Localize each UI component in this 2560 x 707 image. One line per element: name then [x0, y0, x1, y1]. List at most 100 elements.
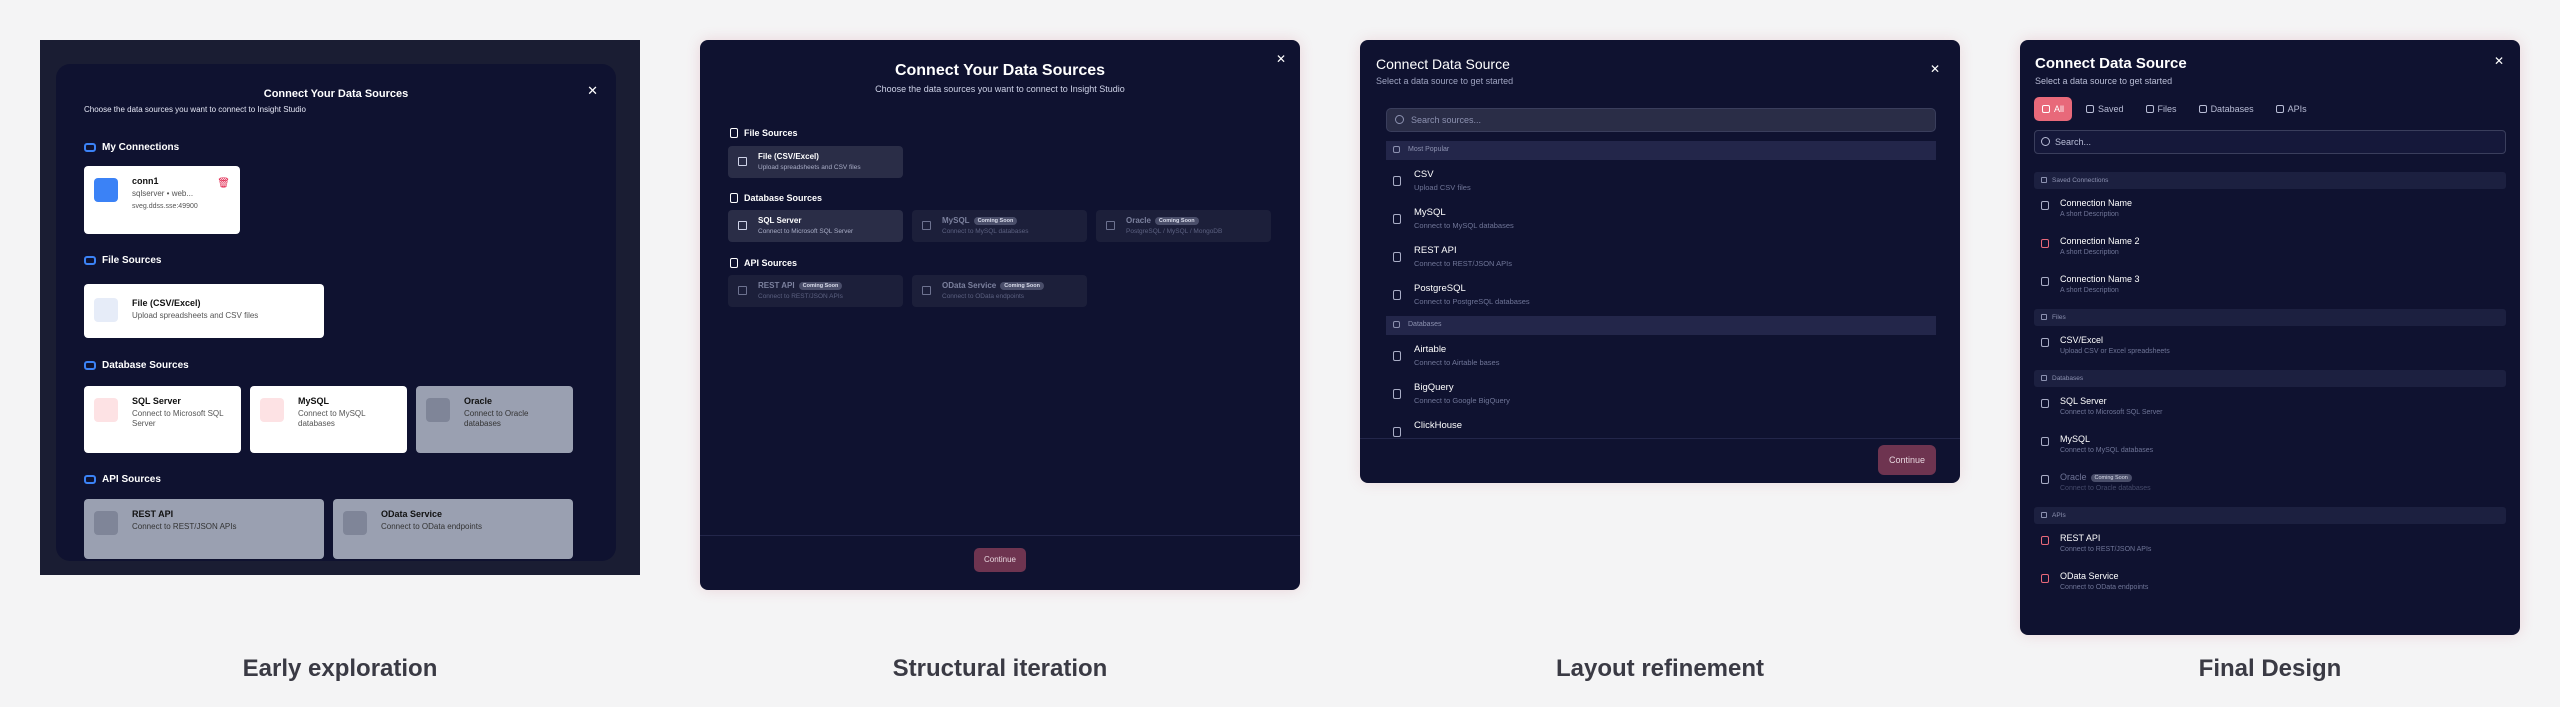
database-icon	[1393, 321, 1400, 328]
section-header-files: Files	[2034, 309, 2506, 326]
section-header-databases: Databases	[1386, 316, 1936, 335]
db-card-sql-server[interactable]: SQL Server Connect to Microsoft SQL Serve…	[728, 210, 903, 242]
caption-early-exploration: Early exploration	[242, 655, 438, 682]
database-icon	[2198, 105, 2207, 113]
caption-final-design: Final Design	[2198, 655, 2342, 682]
file-source-card[interactable]: File (CSV/Excel) Upload spreadsheets and…	[84, 284, 324, 338]
list-item-rest-api[interactable]: REST API Connect to REST/JSON APIs	[2034, 530, 2506, 568]
modal-title: Connect Data Source	[1376, 56, 1510, 72]
database-icon	[730, 193, 738, 203]
continue-button[interactable]: Continue	[1878, 445, 1936, 475]
list-item-csv[interactable]: CSV Upload CSV files	[1386, 164, 1936, 202]
section-file-sources: File Sources	[730, 128, 798, 138]
grid-icon	[738, 286, 747, 295]
list-item-postgresql[interactable]: PostgreSQL Connect to PostgreSQL database…	[1386, 278, 1936, 316]
api-card-rest[interactable]: REST API Connect to REST/JSON APIs	[84, 499, 324, 559]
api-card-odata[interactable]: OData Service Connect to OData endpoints	[333, 499, 573, 559]
modal-subtitle: Choose the data sources you want to conn…	[875, 84, 1125, 94]
database-icon	[260, 398, 284, 422]
grid-icon	[738, 157, 747, 166]
close-icon[interactable]: ✕	[1276, 52, 1286, 66]
close-icon[interactable]: ✕	[2494, 54, 2504, 68]
api-card-odata[interactable]: OData Service Coming Soon Connect to OData…	[912, 275, 1087, 307]
chart-icon	[343, 511, 367, 535]
database-icon	[94, 398, 118, 422]
connection-card[interactable]: conn1 sqlserver • web... sveg.ddss.sse:4…	[84, 166, 240, 234]
api-icon	[84, 475, 96, 484]
section-api-sources: API Sources	[730, 258, 797, 268]
api-icon	[1393, 252, 1401, 262]
db-card-oracle[interactable]: Oracle Connect to Oracle databases	[416, 386, 573, 453]
connection-name: conn1	[132, 176, 159, 186]
api-icon	[2041, 239, 2049, 248]
list-item-clickhouse[interactable]: ClickHouse	[1386, 415, 1936, 438]
search-input[interactable]: Search sources...	[1386, 108, 1936, 132]
search-input[interactable]: Search...	[2034, 130, 2506, 154]
db-card-sql-server[interactable]: SQL Server Connect to Microsoft SQL Serve…	[84, 386, 241, 453]
section-database-sources: Database Sources	[84, 360, 189, 371]
modal-title: Connect Your Data Sources	[894, 62, 1106, 79]
database-icon	[1393, 290, 1401, 300]
footer-divider	[700, 535, 1300, 536]
card-desc: Upload spreadsheets and CSV files	[132, 311, 259, 320]
layout-refinement-panel: Connect Data Source Select a data source…	[1360, 40, 1960, 483]
database-icon	[2041, 277, 2049, 286]
tab-all[interactable]: All	[2034, 97, 2073, 121]
database-icon	[2041, 475, 2049, 484]
list-item-csv-excel[interactable]: CSV/Excel Upload CSV or Excel spreadsheet…	[2034, 332, 2506, 370]
database-icon	[1393, 351, 1401, 361]
list-item-mysql[interactable]: MySQL Connect to MySQL databases	[1386, 202, 1936, 240]
database-icon	[1393, 214, 1401, 224]
grid-icon	[1106, 221, 1115, 230]
modal-subtitle: Select a data source to get started	[1376, 76, 1514, 86]
db-card-mysql[interactable]: MySQL Coming Soon Connect to MySQL databas…	[912, 210, 1087, 242]
file-icon	[1393, 176, 1401, 186]
api-card-rest[interactable]: REST API Coming Soon Connect to REST/JSON …	[728, 275, 903, 307]
close-icon[interactable]: ✕	[587, 83, 598, 99]
file-icon	[2041, 338, 2049, 347]
list-item-airtable[interactable]: Airtable Connect to Airtable bases	[1386, 339, 1936, 377]
connect-modal: Connect Your Data Sources Choose the dat…	[56, 64, 616, 561]
coming-soon-badge: Coming Soon	[973, 216, 1018, 225]
list-item-sql-server[interactable]: SQL Server Connect to Microsoft SQL Serve…	[2034, 393, 2506, 431]
list-item-odata[interactable]: OData Service Connect to OData endpoints	[2034, 568, 2506, 606]
database-icon	[1393, 427, 1401, 437]
list-item-rest-api[interactable]: REST API Connect to REST/JSON APIs	[1386, 240, 1936, 278]
tab-databases[interactable]: Databases	[2191, 97, 2262, 121]
coming-soon-badge: Coming Soon	[1000, 281, 1045, 290]
api-icon	[730, 258, 738, 268]
list-item-mysql[interactable]: MySQL Connect to MySQL databases	[2034, 431, 2506, 469]
bookmark-icon	[2086, 105, 2095, 113]
card-title: File (CSV/Excel)	[132, 298, 201, 308]
filter-tabs: All Saved Files Databases APIs	[2034, 97, 2315, 121]
tab-saved[interactable]: Saved	[2078, 97, 2132, 121]
list-item-connection-3[interactable]: Connection Name 3A short Description	[2034, 271, 2506, 309]
footer-divider	[1360, 438, 1960, 439]
file-source-card[interactable]: File (CSV/Excel) Upload spreadsheets and …	[728, 146, 903, 178]
database-icon	[2041, 437, 2049, 446]
bookmark-icon	[2041, 177, 2047, 183]
source-list: Most Popular CSV Upload CSV files MySQL Co…	[1386, 141, 1936, 438]
continue-button[interactable]: Continue	[974, 548, 1026, 572]
close-icon[interactable]: ✕	[1930, 62, 1940, 76]
db-card-oracle[interactable]: Oracle Coming Soon PostgreSQL / MySQL / Mo…	[1096, 210, 1271, 242]
database-icon	[2041, 399, 2049, 408]
tab-files[interactable]: Files	[2138, 97, 2185, 121]
api-icon	[2041, 536, 2049, 545]
database-icon	[1393, 389, 1401, 399]
list-item-connection-2[interactable]: Connection Name 2A short Description	[2034, 233, 2506, 271]
globe-icon	[94, 511, 118, 535]
list-item-oracle[interactable]: Oracle Coming Soon Connect to Oracle datab…	[2034, 469, 2506, 507]
star-icon	[1393, 146, 1400, 153]
section-api-sources: API Sources	[84, 474, 161, 485]
modal-title: Connect Data Source	[2035, 55, 2187, 72]
list-item-bigquery[interactable]: BigQuery Connect to Google BigQuery	[1386, 377, 1936, 415]
list-item-connection-1[interactable]: Connection Name A short Description	[2034, 195, 2506, 233]
tab-apis[interactable]: APIs	[2268, 97, 2315, 121]
file-icon	[2041, 314, 2047, 320]
delete-icon[interactable]: 🗑	[217, 178, 230, 189]
grid-icon	[922, 221, 931, 230]
database-icon	[426, 398, 450, 422]
search-icon	[2041, 137, 2050, 146]
db-card-mysql[interactable]: MySQL Connect to MySQL databases	[250, 386, 407, 453]
